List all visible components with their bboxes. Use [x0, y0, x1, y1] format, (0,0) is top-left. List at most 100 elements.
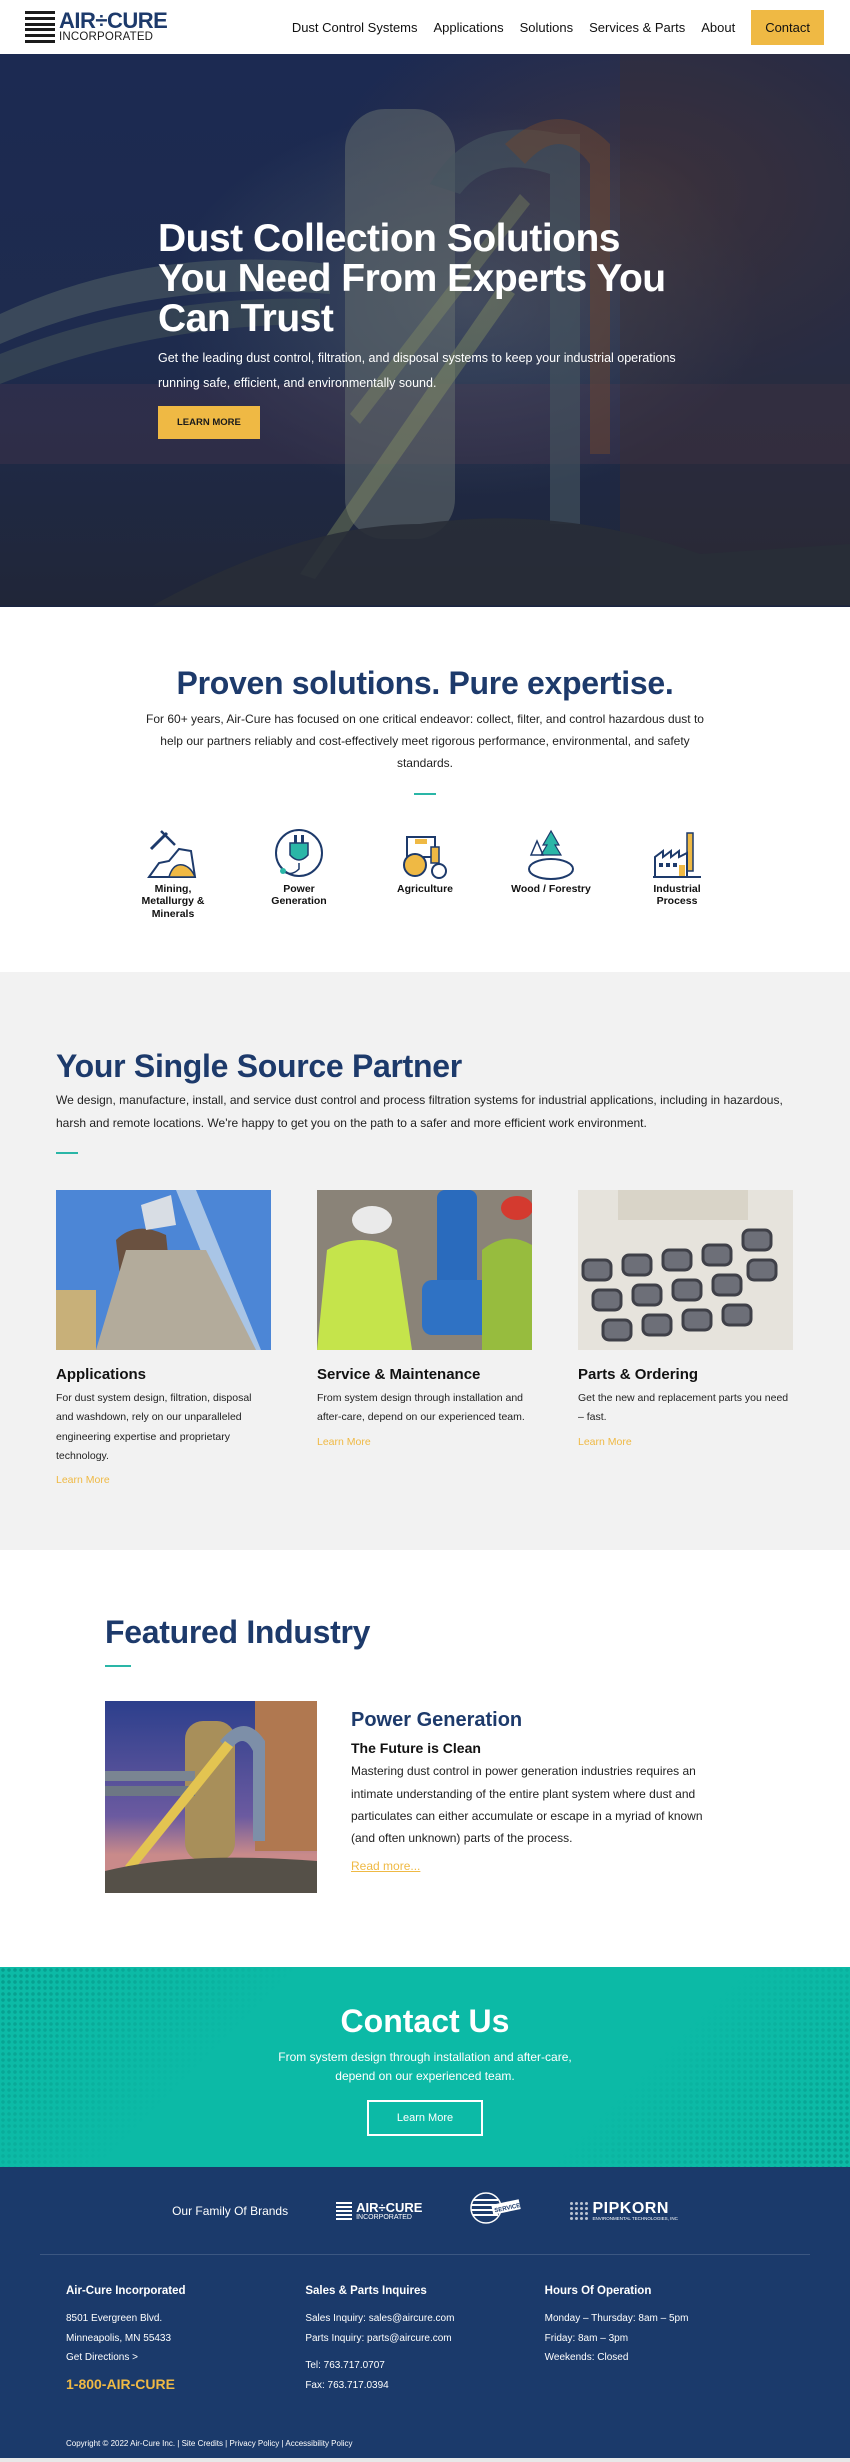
logo-main-text: AIR÷CURE	[59, 8, 168, 34]
footer-col-hours: Hours Of Operation Monday – Thursday: 8a…	[545, 2285, 784, 2395]
site-footer: Our Family Of Brands AIR÷CURE INCORPORAT…	[0, 2167, 850, 2459]
family-of-brands: Our Family Of Brands AIR÷CURE INCORPORAT…	[40, 2167, 810, 2256]
accessibility-policy-link[interactable]: Accessibility Policy	[285, 2439, 352, 2448]
hero-title: Dust Collection Solutions You Need From …	[158, 217, 666, 340]
power-generation-image	[105, 1701, 317, 1894]
get-directions-link[interactable]: Get Directions >	[66, 2348, 305, 2368]
site-logo[interactable]: AIR÷CURE INCORPORATED	[25, 8, 168, 44]
mining-icon	[147, 829, 197, 878]
proven-title: Proven solutions. Pure expertise.	[176, 665, 674, 701]
featured-industry-name: Power Generation	[351, 1709, 523, 1732]
footer-col-title: Sales & Parts Inquires	[305, 2285, 427, 2298]
card-body: From system design through installation …	[317, 1391, 525, 1424]
trees-icon	[528, 829, 574, 880]
address-line: Minneapolis, MN 55433	[66, 2332, 172, 2344]
tractor-icon	[403, 835, 447, 879]
industry-mining[interactable]: Mining, Metallurgy & Minerals	[133, 827, 213, 921]
hours-line: Monday – Thursday: 8am – 5pm	[544, 2313, 689, 2325]
nav-dust-control-systems[interactable]: Dust Control Systems	[292, 20, 418, 35]
proven-solutions-section: Proven solutions. Pure expertise. For 60…	[0, 607, 850, 972]
brand-pipkorn[interactable]: PIPKORN ENVIRONMENTAL TECHNOLOGIES, INC	[570, 2199, 678, 2222]
logo-lines-icon	[336, 2201, 353, 2220]
brands-label: Our Family Of Brands	[172, 2203, 289, 2218]
copyright-bar: Copyright © 2022 Air-Cure Inc. | Site Cr…	[0, 2395, 850, 2448]
site-header: AIR÷CURE INCORPORATED Dust Control Syste…	[0, 0, 850, 54]
privacy-policy-link[interactable]: Privacy Policy	[229, 2439, 279, 2448]
single-source-title: Your Single Source Partner	[56, 1048, 462, 1085]
industry-agriculture[interactable]: Agriculture	[385, 827, 465, 921]
footer-col-inquiries: Sales & Parts Inquires Sales Inquiry: sa…	[305, 2285, 544, 2395]
card-body: Get the new and replacement parts you ne…	[578, 1391, 789, 1424]
proven-body: For 60+ years, Air-Cure has focused on o…	[146, 712, 704, 771]
factory-icon	[653, 831, 701, 878]
copyright-text: Copyright © 2022 Air-Cure Inc.	[66, 2439, 176, 2449]
telephone: Tel: 763.717.0707	[305, 2360, 385, 2372]
industry-label: Wood / Forestry	[511, 882, 591, 895]
brand-aircure[interactable]: AIR÷CURE INCORPORATED	[336, 2201, 422, 2221]
industry-wood-forestry[interactable]: Wood / Forestry	[511, 827, 591, 921]
address-line: 8501 Evergreen Blvd.	[66, 2313, 163, 2325]
page-bottom-bar	[0, 2458, 850, 2462]
nav-about[interactable]: About	[701, 20, 735, 35]
featured-body: Mastering dust control in power generati…	[351, 1764, 703, 1845]
toll-free-phone[interactable]: 1-800-AIR-CURE	[66, 2376, 305, 2392]
card-service-maintenance: Service & Maintenance From system design…	[317, 1189, 533, 1489]
industry-power-generation[interactable]: Power Generation	[259, 827, 339, 921]
contact-title: Contact Us	[340, 2003, 510, 2040]
brand-aircure-service[interactable]: SERVICE	[470, 2191, 522, 2230]
card-learn-more-link[interactable]: Learn More	[317, 1436, 371, 1448]
parts-email-link[interactable]: Parts Inquiry: parts@aircure.com	[305, 2329, 544, 2349]
footer-col-company: Air-Cure Incorporated 8501 Evergreen Blv…	[66, 2285, 305, 2395]
contact-section: Contact Us From system design through in…	[0, 1967, 850, 2168]
nav-services-parts[interactable]: Services & Parts	[589, 20, 685, 35]
card-applications: Applications For dust system design, fil…	[56, 1189, 271, 1489]
brand-name: AIR÷CURE	[356, 2199, 423, 2215]
featured-industry-section: Featured Industry Power Generation The F…	[0, 1550, 850, 1967]
card-title: Parts & Ordering	[578, 1365, 699, 1383]
card-body: For dust system design, filtration, disp…	[56, 1391, 252, 1462]
card-learn-more-link[interactable]: Learn More	[56, 1474, 110, 1486]
contact-learn-more-button[interactable]: Learn More	[366, 2099, 484, 2136]
industry-label: Power Generation	[271, 882, 327, 908]
service-cards: Applications For dust system design, fil…	[56, 1189, 794, 1489]
hero-learn-more-button[interactable]: LEARN MORE	[158, 406, 260, 440]
featured-read-more-link[interactable]: Read more...	[351, 1859, 420, 1873]
industry-label: Agriculture	[396, 882, 453, 895]
card-learn-more-link[interactable]: Learn More	[578, 1436, 632, 1448]
contact-button[interactable]: Contact	[751, 9, 824, 45]
card-title: Applications	[56, 1365, 147, 1383]
hours-line: Weekends: Closed	[544, 2352, 629, 2364]
hero-subtitle: Get the leading dust control, filtration…	[158, 351, 676, 391]
applications-image[interactable]	[56, 1189, 271, 1350]
logo-sub-text: INCORPORATED	[59, 31, 154, 44]
footer-col-title: Air-Cure Incorporated	[66, 2285, 186, 2298]
site-credits-link[interactable]: Site Credits	[182, 2439, 223, 2448]
hero-section: Dust Collection Solutions You Need From …	[0, 54, 850, 607]
brand-name: PIPKORN	[592, 2199, 669, 2217]
brand-sub: INCORPORATED	[356, 2213, 412, 2221]
section-divider	[105, 1665, 131, 1668]
sales-email-link[interactable]: Sales Inquiry: sales@aircure.com	[305, 2309, 544, 2329]
industries-list: Mining, Metallurgy & Minerals Power Gene…	[0, 827, 850, 921]
main-nav: Dust Control Systems Applications Soluti…	[292, 9, 824, 45]
nav-applications[interactable]: Applications	[434, 20, 504, 35]
hours-line: Friday: 8am – 3pm	[544, 2332, 629, 2344]
single-source-section: Your Single Source Partner We design, ma…	[0, 972, 850, 1551]
section-divider	[414, 792, 436, 795]
pipkorn-dots-icon	[570, 2201, 589, 2220]
footer-columns: Air-Cure Incorporated 8501 Evergreen Blv…	[0, 2255, 850, 2395]
contact-body-line: From system design through installation …	[278, 2050, 572, 2065]
nav-solutions[interactable]: Solutions	[520, 20, 573, 35]
featured-title: Featured Industry	[105, 1614, 371, 1651]
parts-ordering-image[interactable]	[578, 1189, 793, 1350]
service-maintenance-image[interactable]	[317, 1189, 533, 1350]
aircure-service-logo-icon: SERVICE	[470, 2192, 521, 2225]
industry-industrial-process[interactable]: Industrial Process	[637, 827, 717, 921]
card-title: Service & Maintenance	[317, 1365, 481, 1383]
industry-label: Mining, Metallurgy & Minerals	[141, 882, 205, 920]
industry-label: Industrial Process	[653, 882, 701, 908]
featured-tagline: The Future is Clean	[351, 1740, 481, 1757]
footer-col-title: Hours Of Operation	[544, 2285, 652, 2298]
brand-sub: ENVIRONMENTAL TECHNOLOGIES, INC	[592, 2215, 678, 2221]
contact-body-line: depend on our experienced team.	[335, 2069, 515, 2083]
